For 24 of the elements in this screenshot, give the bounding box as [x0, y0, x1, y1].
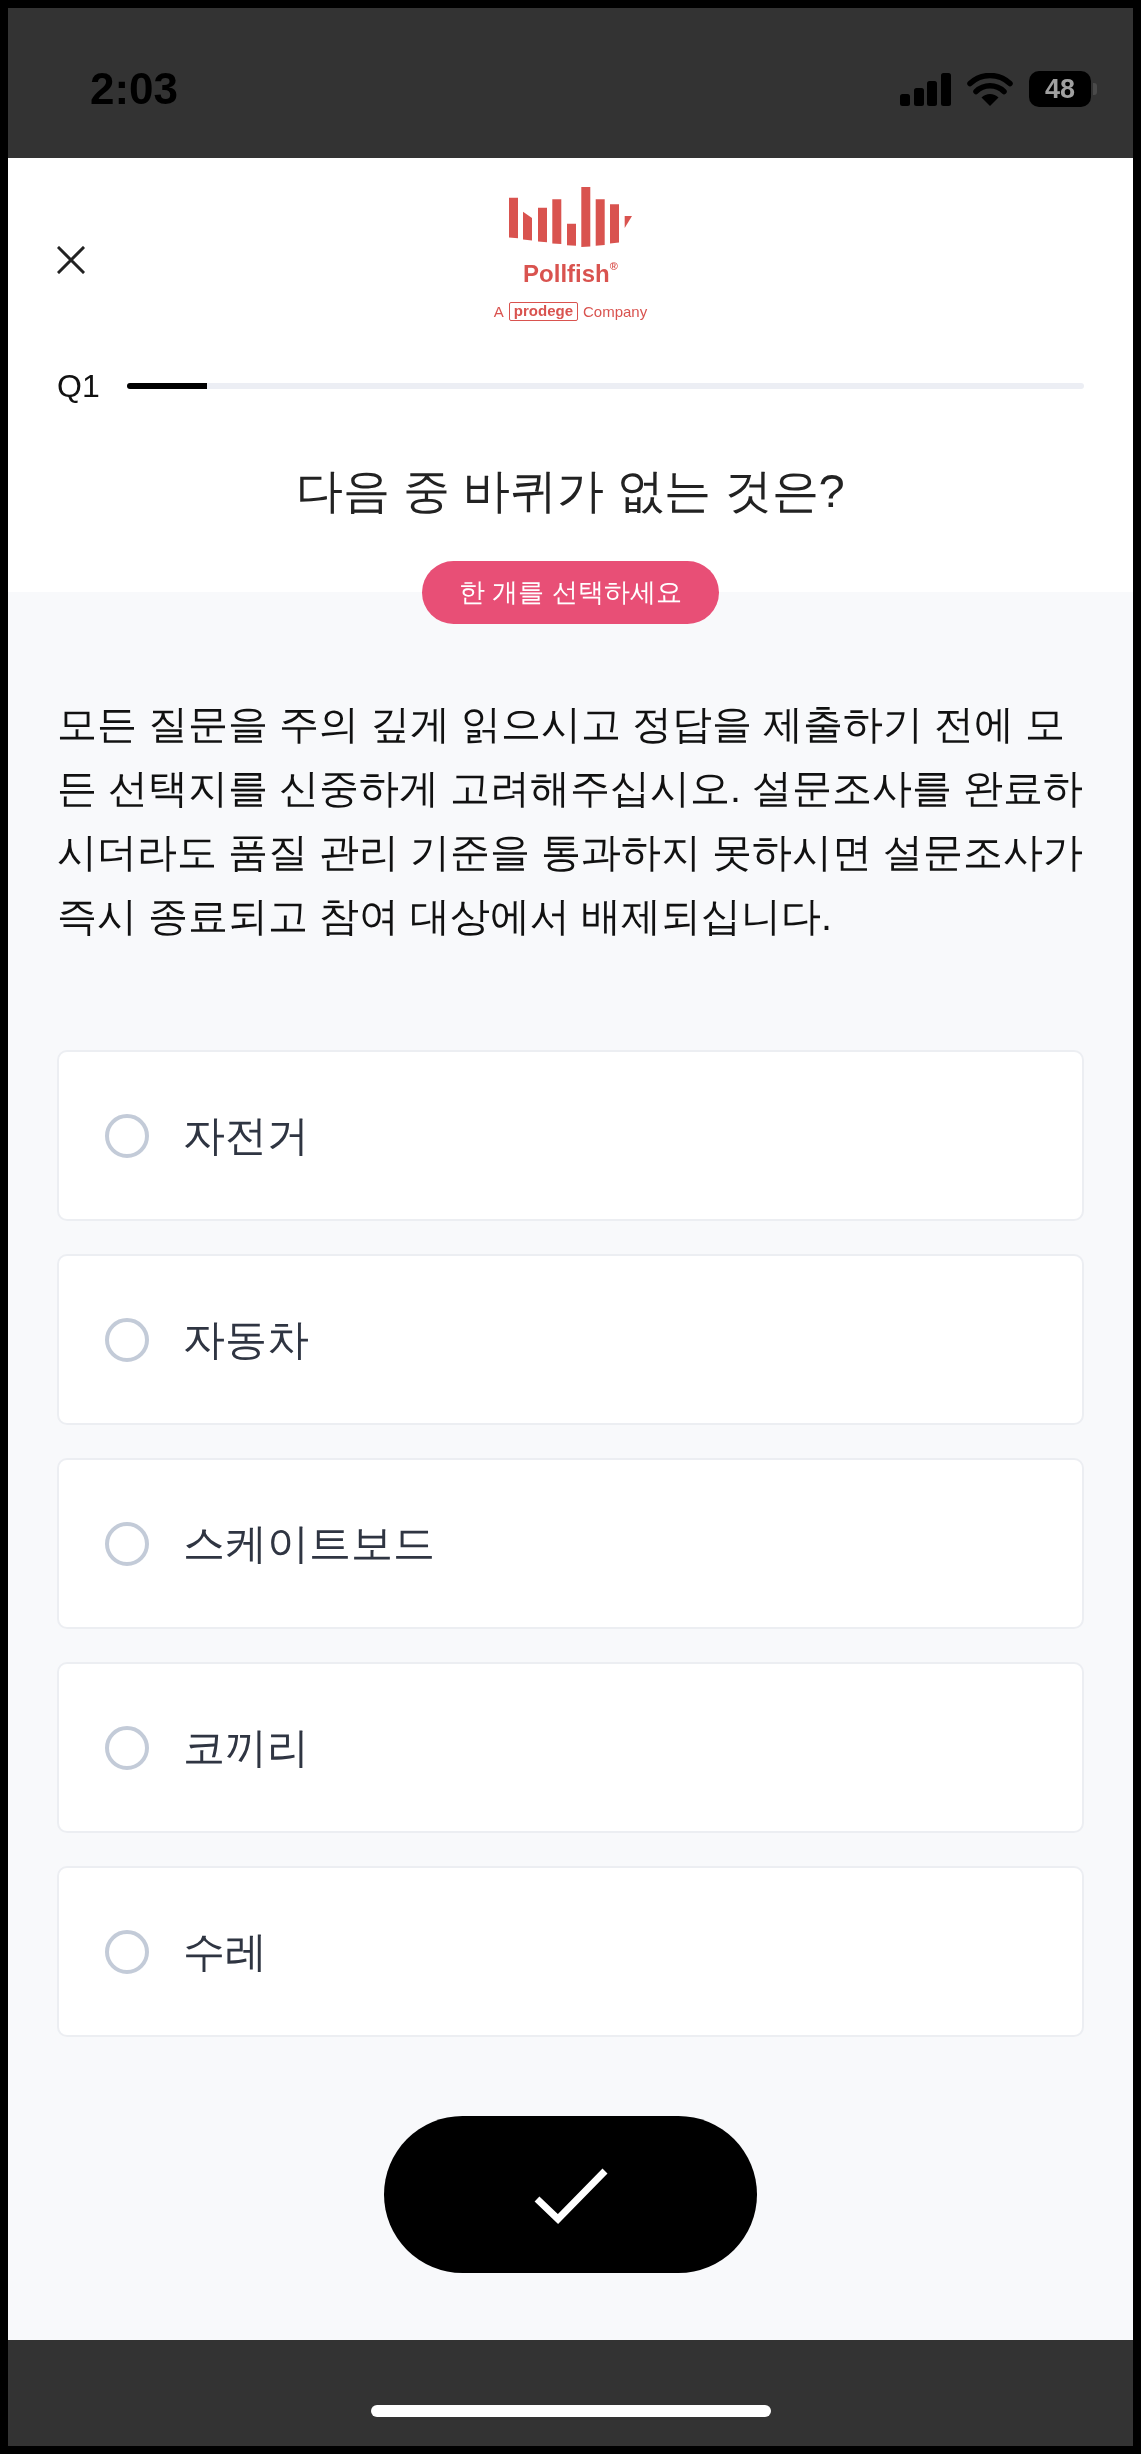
radio-button[interactable]: [105, 1929, 149, 1974]
company-name: prodege: [508, 302, 578, 321]
hint-badge: 한 개를 선택하세요: [422, 561, 719, 624]
option-card[interactable]: 자전거: [57, 1050, 1084, 1221]
radio-button[interactable]: [105, 1113, 149, 1158]
radio-button[interactable]: [105, 1521, 149, 1566]
option-card[interactable]: 코끼리: [57, 1662, 1084, 1833]
question-number: Q1: [57, 368, 100, 404]
option-card[interactable]: 자동차: [57, 1254, 1084, 1425]
radio-button[interactable]: [105, 1317, 149, 1362]
question-title: 다음 중 바퀴가 없는 것은?: [295, 463, 846, 519]
logo-icon: [509, 187, 632, 247]
option-card[interactable]: 스케이트보드: [57, 1458, 1084, 1629]
wifi-icon: [967, 72, 1013, 106]
brand-name: Pollfish$^{®}$: [523, 259, 618, 289]
tagline-text: Company: [583, 301, 648, 322]
signal-icon: [900, 72, 951, 106]
instructions-text: 모든 질문을 주의 깊게 읽으시고 정답을 제출하기 전에 모든 선택지를 신중하게 고려해주십시오. 설문조사를 완료하시더라도 품질 관리 기준을 통과하지 못하시면 설문조사가 즉시 종료되고 참여 대상에서 배제되십니다.: [57, 701, 1084, 940]
tagline-text: A: [493, 301, 504, 322]
close-button[interactable]: [57, 246, 85, 274]
radio-button[interactable]: [105, 1725, 149, 1770]
battery-indicator: 48: [1029, 71, 1097, 107]
option-card[interactable]: 수레: [57, 1866, 1084, 2037]
close-icon: [57, 246, 85, 274]
